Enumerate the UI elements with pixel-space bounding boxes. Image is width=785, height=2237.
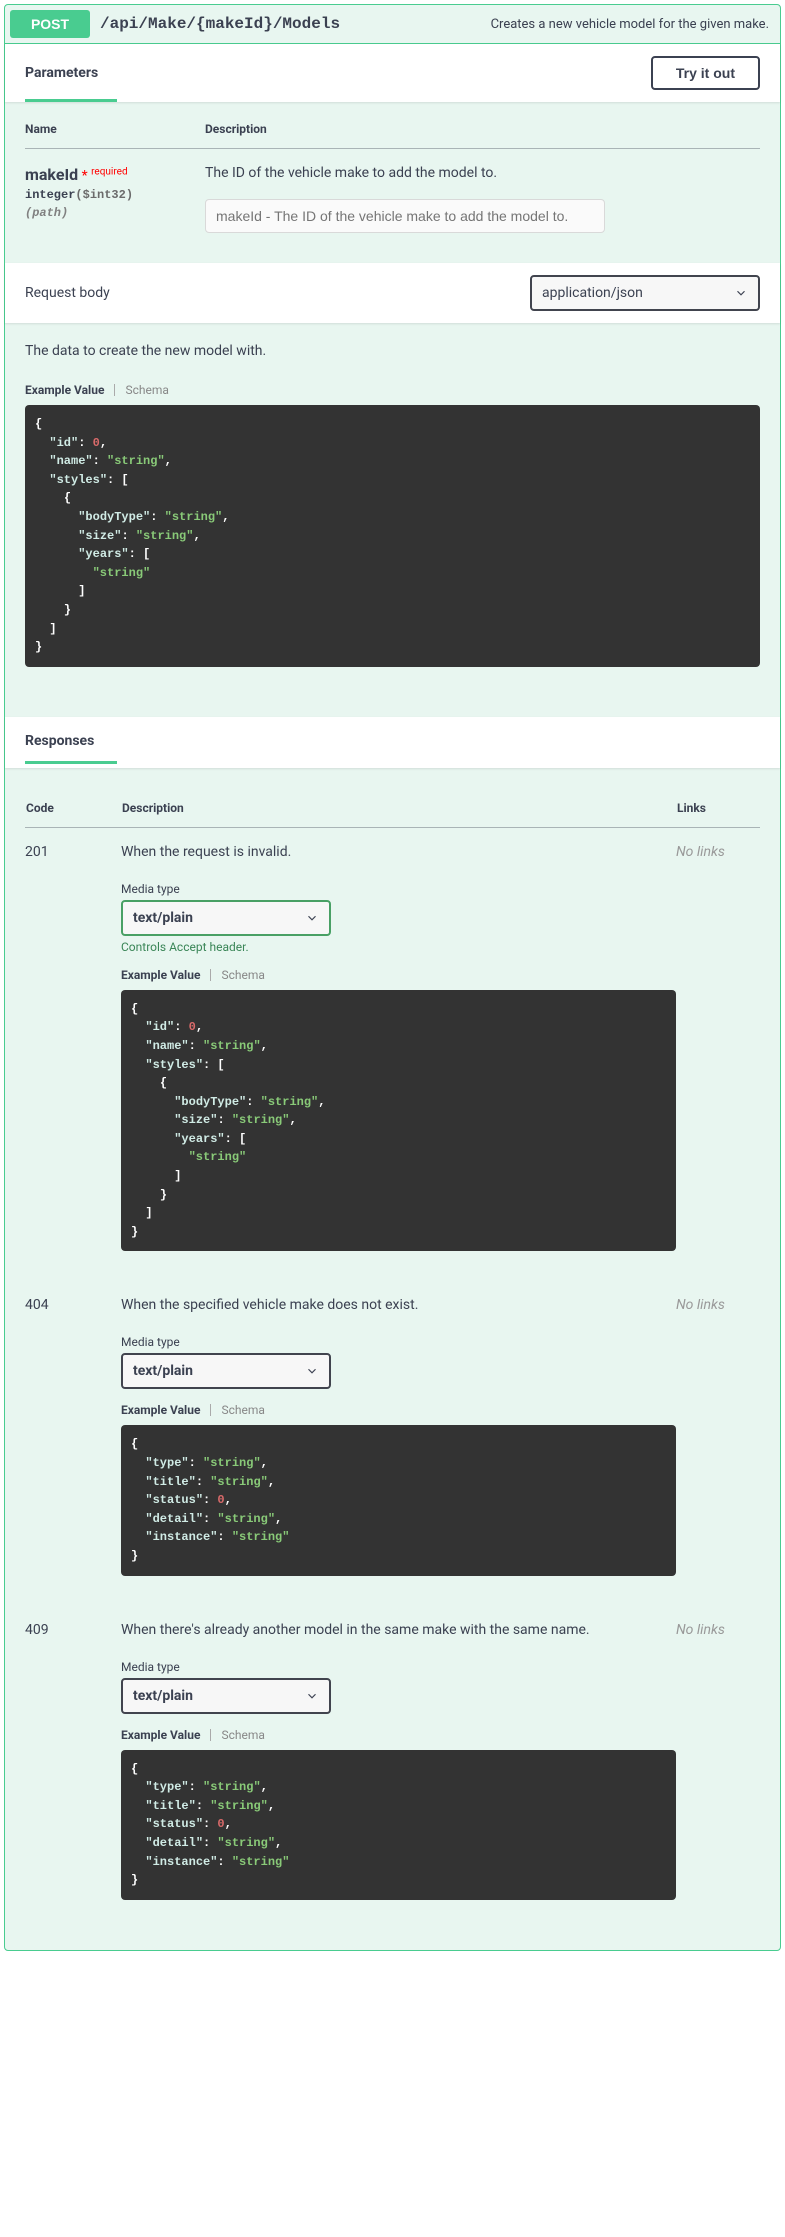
request-body-description: The data to create the new model with.	[25, 343, 760, 359]
response-desc: When the request is invalid.	[121, 844, 676, 860]
response-links: No links	[676, 827, 760, 1281]
response-row: 409 When there's already another model i…	[25, 1606, 760, 1930]
response-desc: When the specified vehicle make does not…	[121, 1297, 676, 1313]
parameters-header: Parameters Try it out	[5, 44, 780, 102]
request-body-example: { "id": 0, "name": "string", "styles": […	[25, 405, 760, 667]
param-name: makeId	[25, 165, 78, 184]
active-tab-underline	[25, 99, 117, 102]
tab-example-value[interactable]: Example Value	[25, 383, 104, 397]
request-body-label: Request body	[25, 285, 110, 301]
media-type-select[interactable]: text/plain	[121, 1678, 331, 1714]
media-type-value: text/plain	[133, 910, 193, 926]
chevron-down-icon	[305, 911, 319, 925]
media-type-label: Media type	[121, 882, 676, 896]
schema-tabs: Example Value Schema	[121, 1728, 676, 1742]
response-example: { "type": "string", "title": "string", "…	[121, 1750, 676, 1900]
content-type-select[interactable]: application/json	[530, 275, 760, 311]
tab-example-value[interactable]: Example Value	[121, 1728, 200, 1742]
param-input[interactable]	[205, 199, 605, 233]
tab-separator	[114, 384, 115, 396]
param-description: The ID of the vehicle make to add the mo…	[205, 165, 760, 181]
parameters-table: Name Description makeId * required integ…	[25, 122, 760, 233]
media-type-value: text/plain	[133, 1688, 193, 1704]
media-type-select[interactable]: text/plain	[121, 900, 331, 936]
responses-title: Responses	[25, 733, 760, 749]
resp-col-desc: Description	[121, 800, 676, 828]
response-code: 409	[25, 1606, 121, 1930]
response-desc: When there's already another model in th…	[121, 1622, 676, 1638]
opblock-summary[interactable]: POST /api/Make/{makeId}/Models Creates a…	[5, 5, 780, 44]
parameters-title: Parameters	[25, 65, 651, 81]
tab-separator	[210, 1404, 211, 1416]
chevron-down-icon	[305, 1364, 319, 1378]
tab-schema[interactable]: Schema	[221, 1728, 264, 1742]
tab-schema[interactable]: Schema	[221, 968, 264, 982]
schema-tabs: Example Value Schema	[121, 1403, 676, 1417]
parameter-row: makeId * required integer($int32) (path)…	[25, 149, 760, 234]
response-example: { "id": 0, "name": "string", "styles": […	[121, 990, 676, 1252]
media-type-value: text/plain	[133, 1363, 193, 1379]
response-links: No links	[676, 1606, 760, 1930]
content-type-value: application/json	[542, 285, 643, 301]
media-type-label: Media type	[121, 1335, 676, 1349]
endpoint-path: /api/Make/{makeId}/Models	[90, 15, 350, 33]
media-type-select[interactable]: text/plain	[121, 1353, 331, 1389]
schema-tabs: Example Value Schema	[25, 383, 760, 397]
response-row: 201 When the request is invalid. Media t…	[25, 827, 760, 1281]
method-badge: POST	[10, 10, 90, 38]
tab-example-value[interactable]: Example Value	[121, 1403, 200, 1417]
param-in: (path)	[25, 206, 205, 220]
tab-schema[interactable]: Schema	[125, 383, 168, 397]
responses-underline	[25, 761, 117, 764]
responses-table: Code Description Links 201 When the requ…	[25, 800, 760, 1930]
col-name: Name	[25, 122, 205, 149]
tab-example-value[interactable]: Example Value	[121, 968, 200, 982]
tab-separator	[210, 1729, 211, 1741]
param-type: integer	[25, 188, 75, 202]
tab-schema[interactable]: Schema	[221, 1403, 264, 1417]
resp-col-code: Code	[25, 800, 121, 828]
required-star: *	[82, 168, 88, 184]
schema-tabs: Example Value Schema	[121, 968, 676, 982]
response-row: 404 When the specified vehicle make does…	[25, 1281, 760, 1605]
required-text: required	[91, 166, 127, 177]
tab-separator	[210, 969, 211, 981]
chevron-down-icon	[305, 1689, 319, 1703]
try-it-out-button[interactable]: Try it out	[651, 56, 760, 90]
chevron-down-icon	[734, 286, 748, 300]
resp-col-links: Links	[676, 800, 760, 828]
media-type-label: Media type	[121, 1660, 676, 1674]
endpoint-summary: Creates a new vehicle model for the give…	[350, 17, 775, 32]
request-body-header: Request body application/json	[5, 263, 780, 323]
responses-header: Responses	[5, 717, 780, 768]
param-format: ($int32)	[75, 188, 133, 202]
col-desc: Description	[205, 122, 760, 149]
response-code: 201	[25, 827, 121, 1281]
response-example: { "type": "string", "title": "string", "…	[121, 1425, 676, 1575]
response-code: 404	[25, 1281, 121, 1605]
response-links: No links	[676, 1281, 760, 1605]
controls-accept-text: Controls Accept header.	[121, 940, 676, 954]
opblock-post: POST /api/Make/{makeId}/Models Creates a…	[4, 4, 781, 1951]
